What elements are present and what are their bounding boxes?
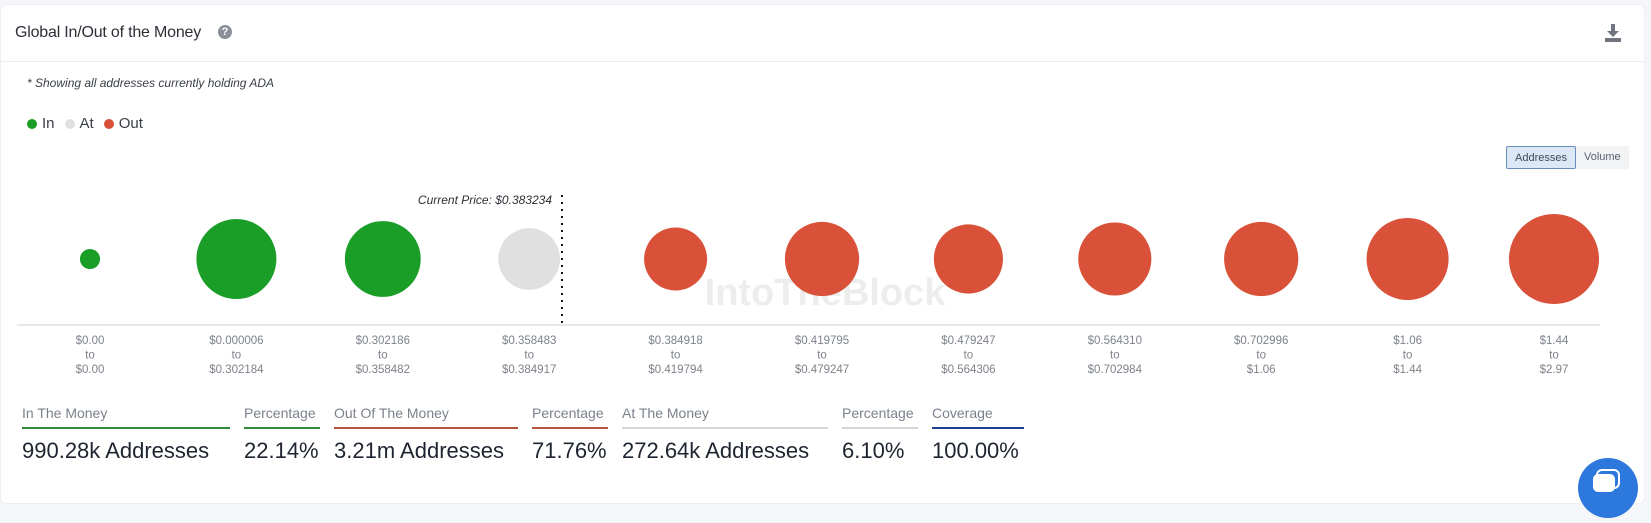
- stat-value: 3.21m Addresses: [334, 438, 504, 463]
- range-to-label: $0.384917: [502, 364, 556, 376]
- bubble-out[interactable]: [1509, 214, 1599, 304]
- bubble-out[interactable]: [933, 224, 1003, 294]
- range-to-label: $0.00: [76, 364, 105, 376]
- range-from-label: $0.000006: [209, 335, 263, 347]
- bubble-in[interactable]: [79, 248, 101, 270]
- stat-label: In The Money: [22, 405, 230, 429]
- bubble-in[interactable]: [344, 221, 421, 297]
- range-connector-label: to: [1256, 350, 1266, 362]
- bubble-out[interactable]: [1366, 218, 1449, 300]
- bubble-out[interactable]: [1224, 221, 1299, 297]
- range-to-label: $0.479247: [795, 364, 849, 376]
- range-from-label: $0.564310: [1088, 335, 1142, 347]
- range-connector-label: to: [964, 350, 974, 362]
- range-from-label: $0.358483: [502, 335, 556, 347]
- range-from-label: $1.44: [1540, 335, 1569, 347]
- stat-label: At The Money: [622, 405, 828, 429]
- stat-5: Percentage 6.10%: [842, 405, 918, 464]
- range-to-label: $0.358482: [356, 364, 410, 376]
- stat-3: Percentage 71.76%: [532, 405, 608, 464]
- stat-1: Percentage 22.14%: [244, 405, 320, 464]
- bubble-chart: IntoTheBlock$0.00to$0.00$0.000006to$0.30…: [17, 193, 1600, 376]
- stat-label: Percentage: [842, 405, 918, 429]
- range-connector-label: to: [1110, 350, 1120, 362]
- range-connector-label: to: [232, 350, 242, 362]
- range-connector-label: to: [524, 350, 534, 362]
- range-from-label: $0.419795: [795, 335, 849, 347]
- range-to-label: $0.302184: [209, 364, 264, 376]
- stat-label: Out Of The Money: [334, 405, 518, 429]
- chat-bubble-icon: [1593, 469, 1620, 492]
- stat-2: Out Of The Money 3.21m Addresses: [334, 405, 518, 464]
- stat-4: At The Money 272.64k Addresses: [622, 405, 828, 464]
- range-from-label: $0.00: [76, 335, 105, 347]
- range-from-label: $1.06: [1393, 335, 1422, 347]
- range-connector-label: to: [1549, 350, 1559, 362]
- range-from-label: $0.702996: [1234, 335, 1288, 347]
- stat-value: 6.10%: [842, 438, 905, 463]
- bubble-at[interactable]: [498, 228, 561, 290]
- range-to-label: $0.564306: [941, 364, 995, 376]
- stat-value: 100.00%: [932, 438, 1019, 463]
- stat-0: In The Money 990.28k Addresses: [22, 405, 230, 464]
- stat-value: 990.28k Addresses: [22, 438, 210, 463]
- current-price-label: Current Price: $0.383234: [418, 193, 552, 207]
- range-to-label: $2.97: [1540, 364, 1569, 376]
- range-from-label: $0.479247: [941, 335, 995, 347]
- range-from-label: $0.302186: [356, 335, 410, 347]
- stat-value: 22.14%: [244, 438, 319, 463]
- stat-6: Coverage 100.00%: [932, 405, 1024, 464]
- range-to-label: $1.44: [1393, 364, 1422, 376]
- range-to-label: $1.06: [1247, 364, 1276, 376]
- stat-value: 272.64k Addresses: [622, 438, 810, 463]
- range-from-label: $0.384918: [648, 335, 702, 347]
- bubble-in[interactable]: [196, 219, 277, 299]
- range-connector-label: to: [671, 350, 681, 362]
- stat-label: Coverage: [932, 405, 1024, 429]
- stat-label: Percentage: [532, 405, 608, 429]
- range-connector-label: to: [1403, 350, 1413, 362]
- bubble-out[interactable]: [1078, 222, 1152, 296]
- bubble-out[interactable]: [784, 221, 860, 297]
- range-connector-label: to: [378, 350, 388, 362]
- range-to-label: $0.419794: [648, 364, 703, 376]
- range-connector-label: to: [85, 350, 95, 362]
- range-to-label: $0.702984: [1088, 364, 1143, 376]
- range-connector-label: to: [817, 350, 827, 362]
- bubble-out[interactable]: [644, 227, 708, 291]
- summary-stats: In The Money 990.28k Addresses Percentage 2…: [22, 405, 1024, 464]
- stat-label: Percentage: [244, 405, 320, 429]
- stat-value: 71.76%: [532, 438, 607, 463]
- chat-button[interactable]: [1578, 458, 1638, 518]
